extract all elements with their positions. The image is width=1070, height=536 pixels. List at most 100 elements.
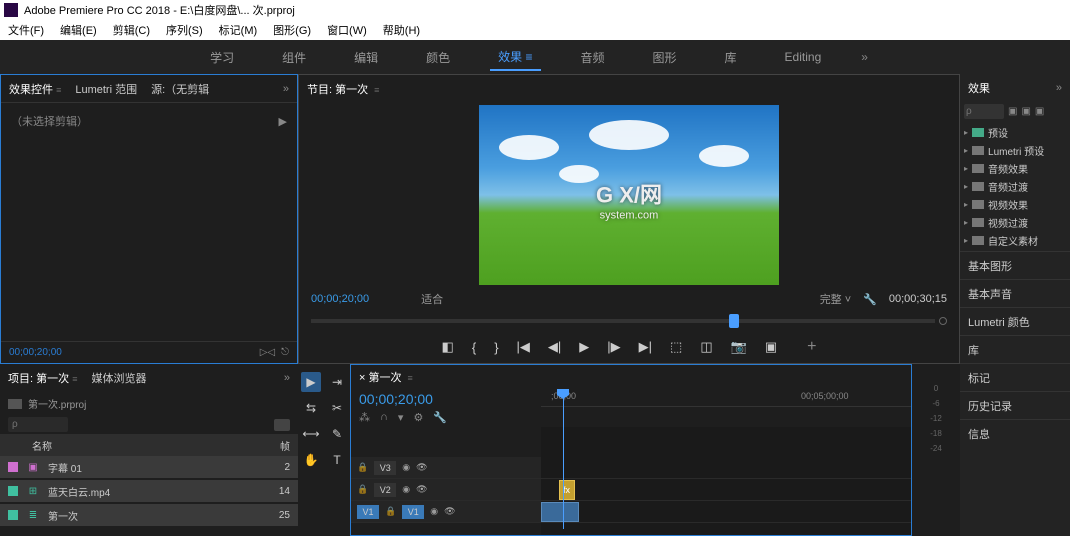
eye-icon[interactable]: 👁	[444, 506, 455, 517]
toggle-output-icon[interactable]: ◉	[402, 484, 410, 495]
settings-icon[interactable]: 🔧	[863, 293, 877, 306]
track-label[interactable]: V3	[374, 461, 396, 475]
mark-out-icon[interactable]: {	[472, 340, 476, 355]
eye-icon[interactable]: 👁	[416, 484, 427, 495]
tab-project[interactable]: 项目: 第一次 ≡	[8, 370, 77, 386]
panel-library[interactable]: 库	[960, 335, 1070, 363]
go-to-in-icon[interactable]: |◀	[517, 339, 530, 355]
effects-folder[interactable]: ▸音频效果	[960, 159, 1070, 177]
eye-icon[interactable]: 👁	[416, 462, 427, 473]
menu-edit[interactable]: 编辑(E)	[60, 22, 97, 38]
effects-folder[interactable]: ▸视频效果	[960, 195, 1070, 213]
menu-graphics[interactable]: 图形(G)	[273, 22, 311, 38]
project-item[interactable]: ⊞ 蓝天白云.mp4 14	[0, 480, 298, 502]
zoom-level[interactable]: 完整 ˅	[820, 291, 851, 307]
zoom-fit[interactable]: 适合	[421, 291, 443, 307]
track-head-v3[interactable]: 🔒 V3 ◉ 👁	[351, 457, 541, 479]
panel-essential-sound[interactable]: 基本声音	[960, 279, 1070, 307]
tab-effect-controls[interactable]: 效果控件 ≡	[9, 81, 61, 97]
timeline-content[interactable]: fx	[541, 427, 911, 535]
effects-folder[interactable]: ▸音频过渡	[960, 177, 1070, 195]
tab-media-browser[interactable]: 媒体浏览器	[91, 370, 146, 386]
track-v3[interactable]	[541, 457, 911, 479]
col-fr[interactable]: 帧	[280, 438, 290, 453]
workspace-tab-color[interactable]: 颜色	[418, 45, 458, 70]
effects-folder[interactable]: ▸预设	[960, 123, 1070, 141]
menu-sequence[interactable]: 序列(S)	[166, 22, 203, 38]
wrench-icon[interactable]: 🔧	[433, 411, 447, 424]
workspace-tab-editing2[interactable]: Editing	[777, 46, 830, 68]
playhead[interactable]	[563, 389, 564, 529]
lock-icon[interactable]: 🔒	[357, 484, 368, 495]
menu-file[interactable]: 文件(F)	[8, 22, 44, 38]
track-v2[interactable]: fx	[541, 479, 911, 501]
tab-lumetri-scopes[interactable]: Lumetri 范围	[75, 81, 137, 97]
track-label[interactable]: V2	[374, 483, 396, 497]
track-label[interactable]: V1	[402, 505, 424, 519]
go-to-out-icon[interactable]: ▶|	[639, 339, 652, 355]
effects-folder[interactable]: ▸Lumetri 预设	[960, 141, 1070, 159]
menu-clip[interactable]: 剪辑(C)	[113, 22, 150, 38]
program-current-time[interactable]: 00;00;20;00	[311, 293, 369, 305]
tab-effects[interactable]: 效果	[968, 80, 990, 96]
ef-more[interactable]: »	[1056, 82, 1062, 94]
track-head-v2[interactable]: 🔒 V2 ◉ 👁	[351, 479, 541, 501]
add-button-icon[interactable]: +	[807, 338, 816, 356]
panel-history[interactable]: 历史记录	[960, 391, 1070, 419]
pj-more[interactable]: »	[284, 372, 290, 384]
hand-tool-icon[interactable]: ✋	[301, 450, 321, 470]
scrub-track[interactable]	[311, 319, 935, 323]
play-icon[interactable]: ▶	[579, 339, 589, 355]
program-tab[interactable]: 节目: 第一次≡	[307, 81, 379, 97]
lift-icon[interactable]: ⬚	[670, 339, 682, 355]
menu-help[interactable]: 帮助(H)	[383, 22, 420, 38]
export-frame-icon[interactable]: 📷	[731, 339, 747, 355]
panel-essential-graphics[interactable]: 基本图形	[960, 251, 1070, 279]
lock-icon[interactable]: 🔒	[357, 462, 368, 473]
settings-icon[interactable]: ⚙	[413, 411, 423, 424]
fx-badge-icon[interactable]: ▣	[1035, 106, 1044, 117]
effects-folder[interactable]: ▸视频过渡	[960, 213, 1070, 231]
razor-tool-icon[interactable]: ✂	[327, 398, 347, 418]
source-patch[interactable]: V1	[357, 505, 379, 519]
type-tool-icon[interactable]: T	[327, 450, 347, 470]
fx-badge-icon[interactable]: ▣	[1021, 106, 1030, 117]
toggle-output-icon[interactable]: ◉	[430, 506, 438, 517]
timeline-ruler[interactable]: ;00;00 00;05;00;00	[541, 389, 911, 407]
mark-in-icon[interactable]: ◧	[442, 339, 454, 355]
ripple-tool-icon[interactable]: ⇆	[301, 398, 321, 418]
bracket-icon[interactable]: }	[494, 340, 498, 355]
selection-tool-icon[interactable]: ▶	[301, 372, 321, 392]
project-search-input[interactable]	[8, 417, 68, 432]
clip[interactable]	[541, 502, 579, 522]
timeline-tab[interactable]: × 第一次≡	[359, 369, 413, 385]
fx-badge-icon[interactable]: ▣	[1008, 106, 1017, 117]
ec-loop-icon[interactable]: ▷◁	[260, 347, 275, 358]
ec-export-icon[interactable]: ⎋	[281, 347, 289, 358]
effects-search-input[interactable]	[964, 104, 1004, 119]
menu-window[interactable]: 窗口(W)	[327, 22, 367, 38]
workspace-tab-effects[interactable]: 效果 ≡	[490, 44, 540, 71]
track-head-v1[interactable]: V1 🔒 V1 ◉ 👁	[351, 501, 541, 523]
lock-icon[interactable]: 🔒	[385, 506, 396, 517]
clip[interactable]: fx	[559, 480, 575, 500]
snap-icon[interactable]: ⁂	[359, 411, 370, 424]
step-forward-icon[interactable]: |▶	[607, 339, 620, 355]
list-view-icon[interactable]	[274, 419, 290, 431]
panel-markers[interactable]: 标记	[960, 363, 1070, 391]
toggle-output-icon[interactable]: ◉	[402, 462, 410, 473]
comparison-icon[interactable]: ▣	[765, 339, 777, 355]
effects-folder[interactable]: ▸自定义素材	[960, 231, 1070, 249]
track-select-tool-icon[interactable]: ⇥	[327, 372, 347, 392]
panel-lumetri-color[interactable]: Lumetri 颜色	[960, 307, 1070, 335]
ec-more[interactable]: »	[283, 83, 289, 95]
panel-info[interactable]: 信息	[960, 419, 1070, 447]
workspace-more[interactable]: »	[861, 50, 868, 64]
scrub-handle[interactable]	[729, 314, 739, 328]
col-name[interactable]: 名称	[32, 438, 268, 453]
track-v1[interactable]	[541, 501, 911, 523]
workspace-tab-learn[interactable]: 学习	[202, 45, 242, 70]
workspace-tab-audio[interactable]: 音频	[573, 45, 613, 70]
pen-tool-icon[interactable]: ✎	[327, 424, 347, 444]
extract-icon[interactable]: ◫	[700, 339, 712, 355]
